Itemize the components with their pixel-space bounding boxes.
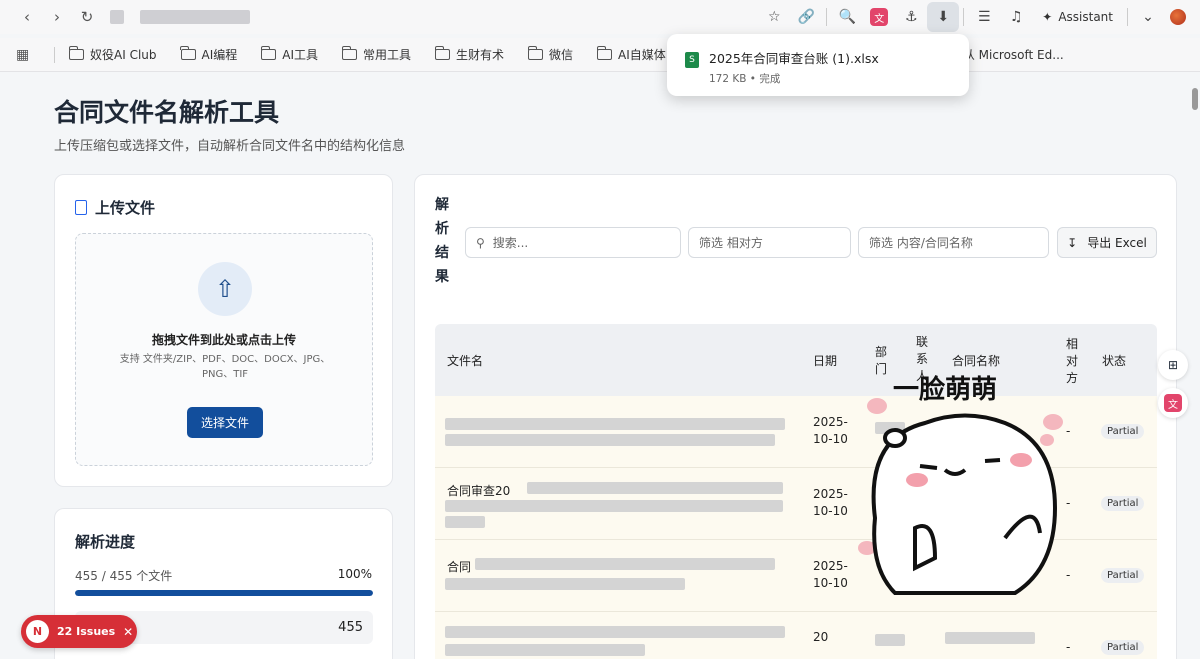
th-status[interactable]: 状态 [1102, 352, 1126, 369]
dropzone-title: 拖拽文件到此处或点击上传 [151, 333, 296, 347]
assistant-button[interactable]: ✦ Assistant [1032, 10, 1123, 24]
folder-icon [260, 46, 277, 60]
apps-grid-icon[interactable]: ▦ [16, 47, 36, 63]
choose-file-button[interactable]: 选择文件 [187, 407, 263, 438]
status-badge: Partial [1101, 424, 1145, 439]
bookmark-folder[interactable]: 生财有术 [434, 46, 504, 63]
download-icon: ↧ [1067, 235, 1078, 250]
page-subtitle: 上传压缩包或选择文件，自动解析合同文件名中的结构化信息 [54, 139, 406, 154]
folder-icon [434, 46, 451, 60]
upload-card: 上传文件 ⇧ 拖拽文件到此处或点击上传 支持 文件夹/ZIP、PDF、DOC、D… [54, 174, 393, 487]
cute-bear-sticker: 一脸萌萌 [858, 374, 1063, 595]
chevron-down-icon[interactable]: ⌄ [1132, 2, 1164, 32]
sticker-caption: 一脸萌萌 [893, 374, 997, 405]
cell-date: 2025-10-10 [813, 487, 848, 518]
progress-title: 解析进度 [75, 533, 136, 551]
folder-icon [341, 46, 357, 60]
cell-date: 2025-10-10 [813, 559, 848, 590]
download-filename[interactable]: 2025年合同审查台账 (1).xlsx [709, 48, 879, 67]
star-icon[interactable]: ☆ [758, 2, 790, 32]
menu-lines-icon[interactable]: ☰ [968, 2, 1000, 32]
status-badge: Partial [1101, 496, 1145, 511]
download-popup: S 2025年合同审查台账 (1).xlsx 172 KB • 完成 [667, 34, 969, 96]
cell-party: - [1066, 640, 1071, 654]
issues-label: 22 Issues [57, 625, 116, 638]
zoom-search-icon[interactable]: 🔍 [831, 2, 863, 32]
folder-icon [68, 46, 84, 60]
upload-icon: ⇧ [198, 262, 252, 316]
back-icon[interactable]: ‹ [12, 2, 42, 32]
search-icon: ⚲ [476, 235, 485, 250]
translate-extension-icon[interactable]: 文 [863, 2, 895, 32]
bookmark-folder[interactable]: 微信 [527, 46, 573, 63]
stat-value: 455 [338, 620, 363, 635]
link-icon[interactable]: 🔗 [790, 2, 822, 32]
progress-percent: 100% [337, 567, 372, 581]
next-logo-icon: N [26, 620, 49, 643]
table-row[interactable]: 20 - Partial [435, 612, 1157, 659]
filter-party-input[interactable]: 筛选 相对方 [688, 227, 851, 258]
bookmark-folder[interactable]: AI编程 [180, 46, 237, 63]
folder-icon [527, 46, 544, 60]
address-bar-url-redacted[interactable] [140, 10, 250, 24]
cell-filename: 合同 [447, 560, 472, 574]
bookmark-folder[interactable]: AI工具 [260, 46, 318, 63]
bookmarks-bar: ▦ 奴役AI Club AI编程 AI工具 常用工具 生财有术 微信 AI自媒体… [0, 38, 1200, 72]
cell-filename: 合同审查20 [447, 484, 511, 498]
reload-icon[interactable]: ↻ [72, 2, 102, 32]
th-filename[interactable]: 文件名 [447, 352, 483, 369]
export-excel-button[interactable]: ↧ 导出 Excel [1057, 227, 1157, 258]
bookmark-folder[interactable]: AI自媒体 [596, 46, 666, 63]
file-icon [75, 200, 87, 215]
search-placeholder: 搜索... [492, 236, 529, 250]
results-title: 解析结果 [435, 197, 449, 285]
status-badge: Partial [1101, 568, 1145, 583]
dropzone[interactable]: ⇧ 拖拽文件到此处或点击上传 支持 文件夹/ZIP、PDF、DOC、DOCX、J… [75, 233, 373, 466]
folder-icon [180, 46, 196, 60]
page-title: 合同文件名解析工具 [54, 98, 280, 127]
download-item[interactable]: 2025年合同审查台账 (1).xlsx 172 KB • 完成 [709, 48, 879, 85]
extensions-icon[interactable]: ⚓ [895, 2, 927, 32]
folder-icon [596, 46, 613, 60]
filter-content-input[interactable]: 筛选 内容/合同名称 [858, 227, 1049, 258]
profile-avatar[interactable] [1170, 9, 1186, 25]
th-date[interactable]: 日期 [813, 352, 837, 369]
upload-title: 上传文件 [95, 199, 156, 217]
scrollbar[interactable] [1192, 88, 1198, 110]
cell-date: 2025-10-10 [813, 415, 848, 446]
close-icon[interactable]: ✕ [123, 625, 133, 639]
bookmark-folder[interactable]: 常用工具 [341, 46, 411, 63]
download-meta: 172 KB • 完成 [709, 73, 781, 85]
progress-count: 455 / 455 个文件 [75, 569, 173, 583]
progress-bar [75, 590, 373, 596]
forward-icon[interactable]: › [42, 2, 72, 32]
status-badge: Partial [1101, 640, 1145, 655]
upload-header: 上传文件 [75, 197, 155, 218]
address-bar-redacted[interactable] [110, 10, 124, 24]
th-contract-name[interactable]: 合同名称 [952, 352, 1000, 369]
excel-file-icon: S [685, 52, 699, 68]
progress-fill [75, 590, 373, 596]
download-icon[interactable]: ⬇ [927, 2, 960, 32]
search-input[interactable]: ⚲ 搜索... [465, 227, 681, 258]
issues-badge[interactable]: N 22 Issues ✕ [21, 615, 137, 648]
assistant-label: Assistant [1058, 10, 1113, 24]
bookmark-folder[interactable]: 奴役AI Club [68, 46, 157, 63]
side-tool-icon[interactable]: ⊞ [1158, 350, 1188, 380]
side-translate-icon[interactable]: 文 [1158, 388, 1188, 418]
cell-date: 20 [813, 630, 829, 644]
dropzone-hint: 支持 文件夹/ZIP、PDF、DOC、DOCX、JPG、PNG、TIF [119, 354, 331, 380]
voice-icon[interactable]: ♫ [1000, 2, 1032, 32]
assistant-icon: ✦ [1042, 10, 1053, 24]
browser-toolbar: ‹ › ↻ ☆ 🔗 🔍 文 ⚓ ⬇ ☰ ♫ ✦ Assistant ⌄ [0, 0, 1200, 34]
